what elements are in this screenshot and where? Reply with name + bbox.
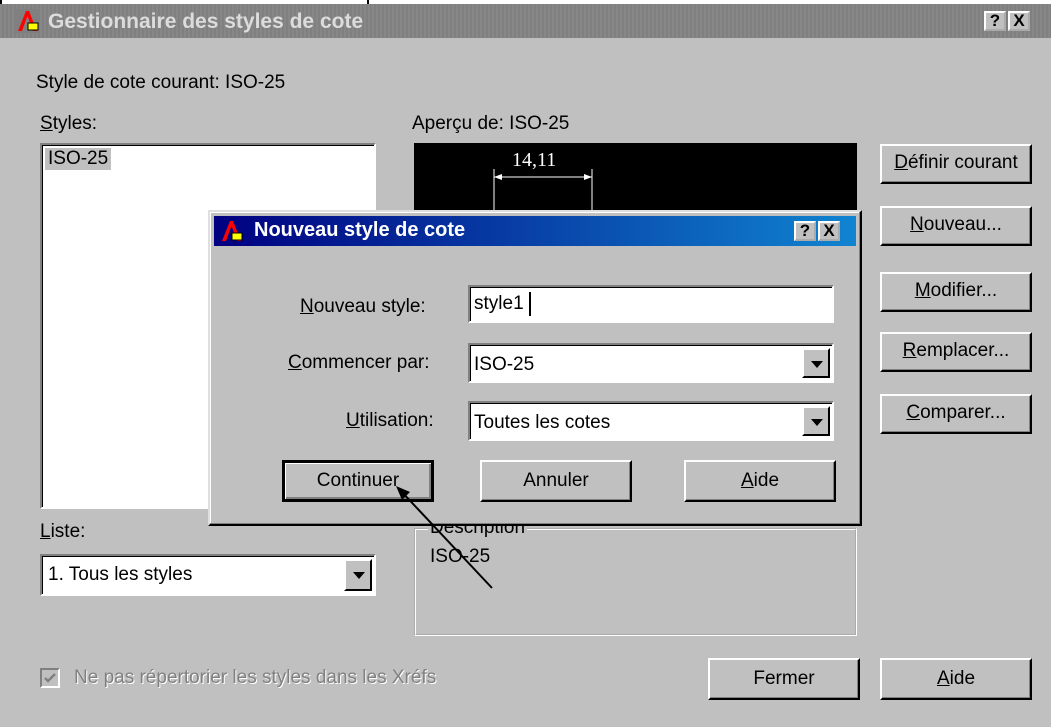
list-filter-value: 1. Tous les styles xyxy=(48,564,193,585)
list-filter-combo[interactable]: 1. Tous les styles xyxy=(40,554,376,596)
new-style-input[interactable]: style1 xyxy=(468,285,834,323)
text-cursor xyxy=(529,292,531,316)
xref-checkbox[interactable] xyxy=(40,668,60,688)
current-style-label: Style de cote courant: ISO-25 xyxy=(36,72,286,93)
styles-label: Styles: xyxy=(40,113,98,134)
new-style-label: Nouveau style: xyxy=(300,296,426,317)
override-button[interactable]: Remplacer... xyxy=(880,332,1032,372)
xref-checkbox-label: Ne pas répertorier les styles dans les X… xyxy=(74,667,437,688)
compare-button[interactable]: Comparer... xyxy=(880,394,1032,434)
dialog-close-button[interactable]: X xyxy=(818,221,840,241)
main-window-title-bar[interactable]: Gestionnaire des styles de cote ? X xyxy=(0,4,1051,38)
new-style-dialog: Nouveau style de cote ? X Nouveau style:… xyxy=(208,210,862,526)
preview-label: Aperçu de: ISO-25 xyxy=(412,113,570,134)
new-style-value: style1 xyxy=(474,293,524,314)
main-close-button[interactable]: X xyxy=(1008,11,1030,31)
chevron-down-icon[interactable] xyxy=(344,559,372,591)
autocad-app-icon xyxy=(222,221,243,241)
checkmark-icon xyxy=(44,673,56,683)
set-current-button[interactable]: Définir courant xyxy=(880,144,1032,184)
dialog-title: Nouveau style de cote xyxy=(254,219,466,241)
new-button[interactable]: Nouveau... xyxy=(880,206,1032,246)
styles-label-text: tyles: xyxy=(52,113,98,134)
help-button[interactable]: Aide xyxy=(880,658,1032,700)
dialog-title-bar[interactable]: Nouveau style de cote ? X xyxy=(214,216,856,246)
use-for-combo[interactable]: Toutes les cotes xyxy=(468,401,834,441)
start-with-label: Commencer par: xyxy=(288,352,430,373)
dialog-help-button[interactable]: ? xyxy=(794,221,816,241)
dialog-aide-button[interactable]: Aide xyxy=(684,460,836,502)
start-with-combo[interactable]: ISO-25 xyxy=(468,343,834,383)
main-help-button[interactable]: ? xyxy=(984,11,1006,31)
preview-dimension-text: 14,11 xyxy=(512,149,557,171)
list-item[interactable]: ISO-25 xyxy=(45,148,112,170)
style-preview: 14,11 xyxy=(414,143,857,213)
preview-drawing xyxy=(493,169,593,213)
pointer-arrow-icon xyxy=(396,486,493,589)
list-label: Liste: xyxy=(40,521,86,542)
modify-button[interactable]: Modifier... xyxy=(880,272,1032,312)
autocad-app-icon xyxy=(16,9,40,33)
chevron-down-icon[interactable] xyxy=(802,348,830,378)
start-with-value: ISO-25 xyxy=(474,354,535,375)
main-window-title: Gestionnaire des styles de cote xyxy=(48,10,364,33)
close-button[interactable]: Fermer xyxy=(708,658,860,700)
use-for-label: Utilisation: xyxy=(346,410,434,431)
use-for-value: Toutes les cotes xyxy=(474,412,611,433)
chevron-down-icon[interactable] xyxy=(802,406,830,436)
